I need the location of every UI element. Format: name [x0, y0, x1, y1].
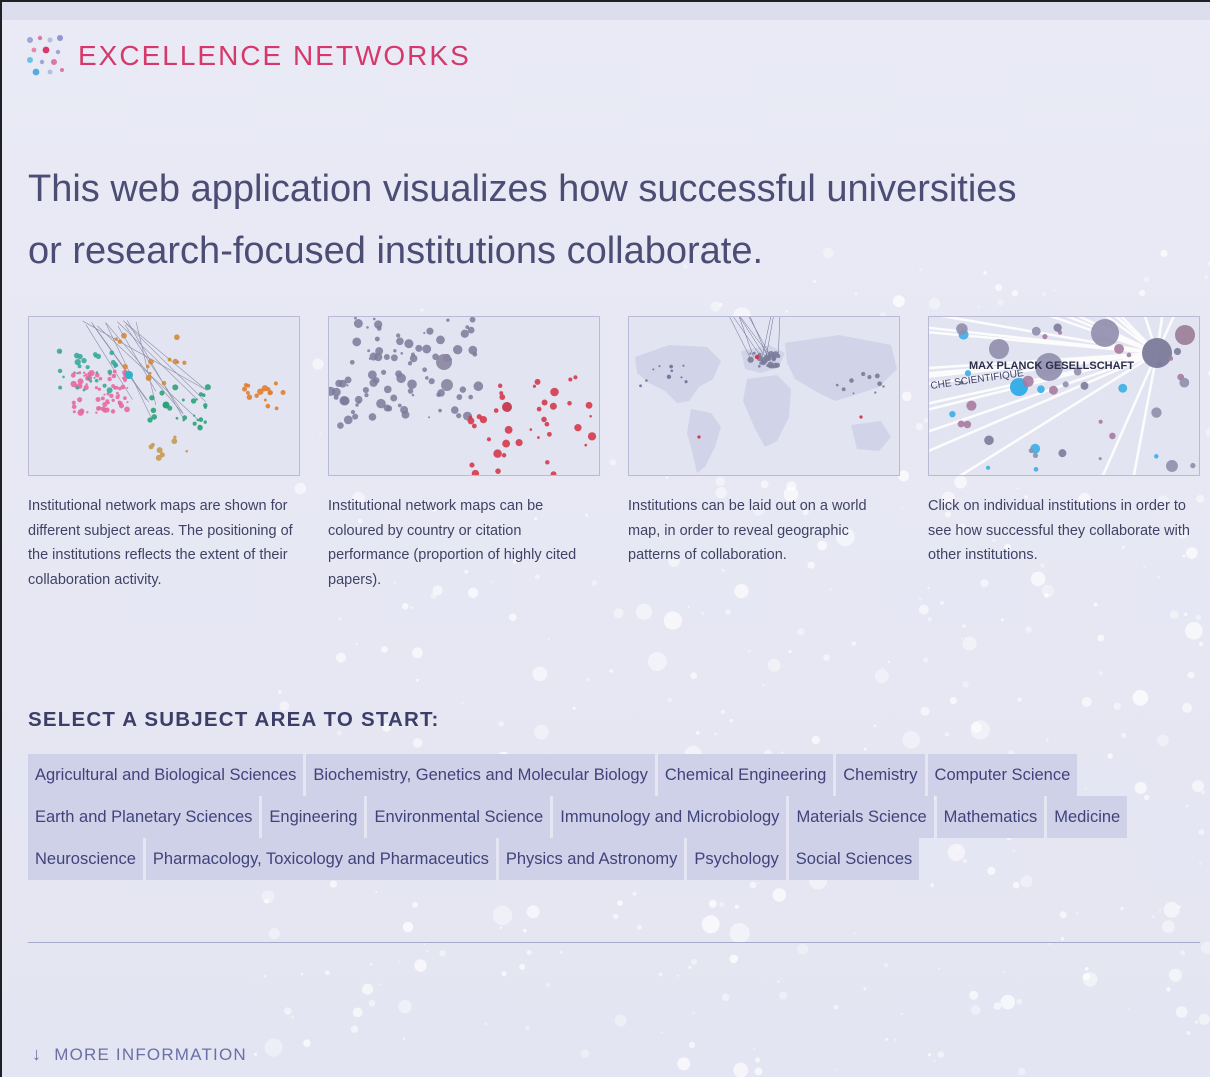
institution-detail-image[interactable]: MAX PLANCK GESELLSCHAFT CHE SCIENTIFIQUE [928, 316, 1200, 476]
more-information-link[interactable]: ↓ MORE INFORMATION [32, 1044, 247, 1065]
subject-button-chemistry[interactable]: Chemistry [836, 754, 925, 796]
more-information-label: MORE INFORMATION [54, 1044, 247, 1064]
subject-button-environmental-science[interactable]: Environmental Science [367, 796, 551, 838]
page: EXCELLENCE NETWORKS This web application… [0, 0, 1210, 1077]
subject-area-list: Agricultural and Biological Sciences Bioc… [28, 754, 1198, 880]
world-map-image[interactable] [628, 316, 900, 476]
subject-button-computer-science[interactable]: Computer Science [927, 754, 1078, 796]
subject-button-biochemistry-genetics-and-molecular-biology[interactable]: Biochemistry, Genetics and Molecular Bio… [306, 754, 655, 796]
feature-card-institution: MAX PLANCK GESELLSCHAFT CHE SCIENTIFIQUE… [928, 316, 1200, 568]
subject-row: Neuroscience Pharmacology, Toxicology and… [28, 838, 1198, 880]
feature-card-subject-maps: Institutional network maps are shown for… [28, 316, 300, 592]
subject-button-chemical-engineering[interactable]: Chemical Engineering [657, 754, 834, 796]
subject-button-materials-science[interactable]: Materials Science [789, 796, 934, 838]
subject-button-mathematics[interactable]: Mathematics [936, 796, 1045, 838]
subject-button-neuroscience[interactable]: Neuroscience [28, 838, 143, 880]
headline-line-2: or research-focused institutions collabo… [28, 230, 764, 272]
network-dots-icon [27, 35, 64, 76]
arrow-down-icon: ↓ [32, 1044, 43, 1064]
brand-header[interactable]: EXCELLENCE NETWORKS [24, 35, 471, 76]
feature-card-colouring: Institutional network maps can be colour… [328, 316, 600, 592]
subject-button-psychology[interactable]: Psychology [687, 838, 786, 880]
subject-button-pharmacology-toxicology-and-pharmaceutics[interactable]: Pharmacology, Toxicology and Pharmaceuti… [145, 838, 496, 880]
subject-button-engineering[interactable]: Engineering [262, 796, 365, 838]
headline-line-1: This web application visualizes how succ… [28, 168, 1017, 210]
feature-card-text: Institutional network maps can be colour… [328, 498, 577, 588]
page-headline: This web application visualizes how succ… [28, 158, 1028, 282]
subject-network-map-image[interactable] [28, 316, 300, 476]
subject-button-earth-and-planetary-sciences[interactable]: Earth and Planetary Sciences [28, 796, 260, 838]
feature-card-world-map: Institutions can be laid out on a world … [628, 316, 900, 568]
divider [28, 942, 1200, 943]
feature-card-text: Institutional network maps are shown for… [28, 498, 293, 588]
subject-row: Earth and Planetary Sciences Engineering E… [28, 796, 1198, 838]
subject-button-agricultural-and-biological-sciences[interactable]: Agricultural and Biological Sciences [28, 754, 304, 796]
country-colour-map-image[interactable] [328, 316, 600, 476]
subject-button-physics-and-astronomy[interactable]: Physics and Astronomy [498, 838, 685, 880]
subject-button-social-sciences[interactable]: Social Sciences [788, 838, 920, 880]
subject-button-medicine[interactable]: Medicine [1047, 796, 1128, 838]
feature-card-text: Institutions can be laid out on a world … [628, 498, 867, 563]
feature-card-text: Click on individual institutions in orde… [928, 498, 1190, 563]
subject-row: Agricultural and Biological Sciences Bioc… [28, 754, 1198, 796]
subject-button-immunology-and-microbiology[interactable]: Immunology and Microbiology [553, 796, 787, 838]
app-title: EXCELLENCE NETWORKS [78, 40, 471, 71]
institution-label: MAX PLANCK GESELLSCHAFT [969, 360, 1134, 372]
select-subject-heading: SELECT A SUBJECT AREA TO START: [28, 708, 440, 731]
